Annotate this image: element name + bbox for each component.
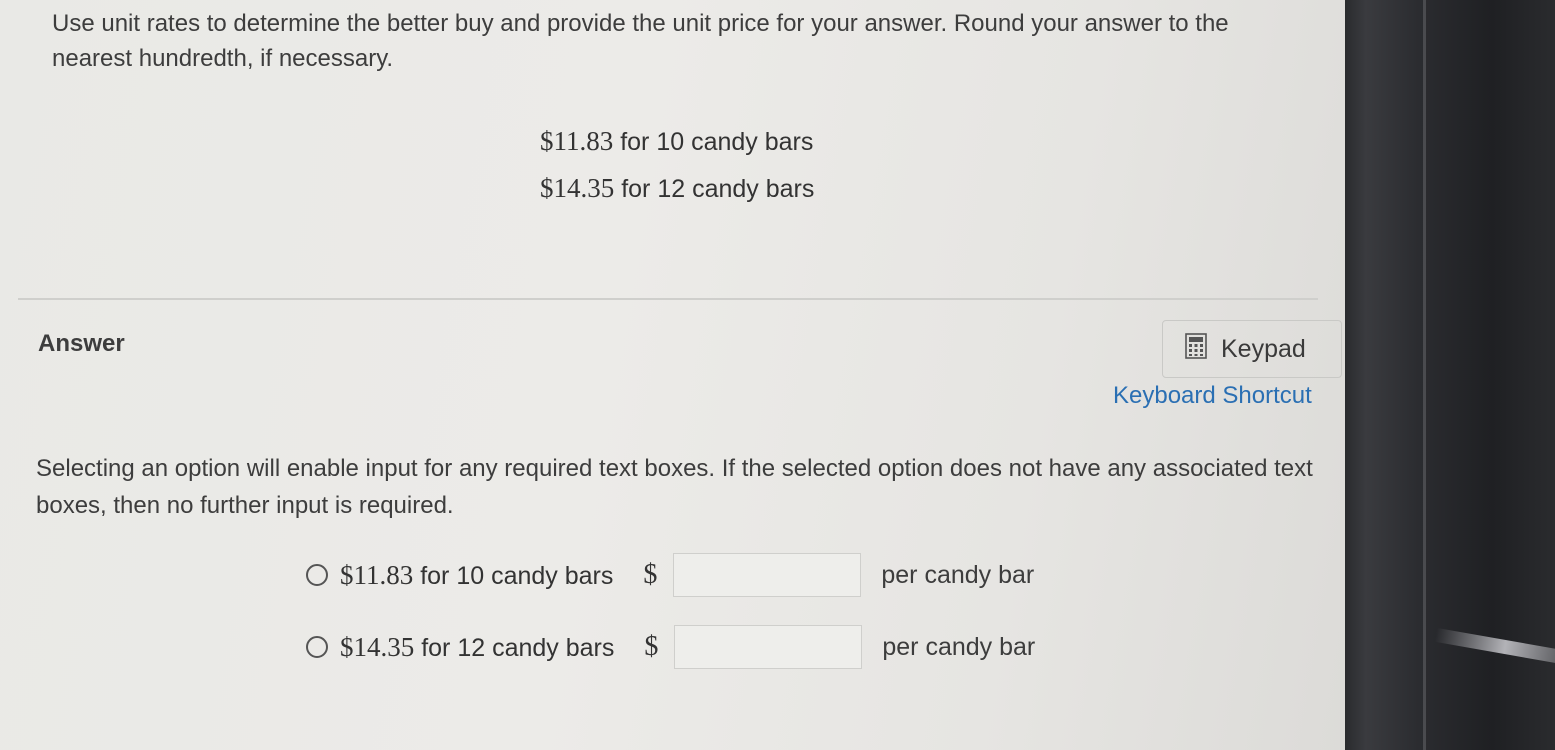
- answer-instructions: Selecting an option will enable input fo…: [36, 455, 1313, 519]
- section-divider: [18, 298, 1318, 300]
- price-description: for 12 candy bars: [621, 175, 815, 203]
- option-1-radio[interactable]: [306, 564, 328, 586]
- price-amount: $11.83: [540, 126, 614, 156]
- option-2-label[interactable]: $14.35 for 12 candy bars: [340, 632, 614, 663]
- bezel-edge: [1423, 0, 1426, 750]
- unit-price-input-1[interactable]: [673, 553, 862, 597]
- answer-option-1: $11.83 for 10 candy bars $ per candy bar: [306, 553, 1034, 597]
- keypad-button[interactable]: Keypad: [1162, 320, 1342, 378]
- price-description: for 10 candy bars: [620, 128, 814, 156]
- calculator-icon: [1185, 332, 1207, 366]
- price-amount: $14.35: [540, 173, 615, 203]
- unit-label: per candy bar: [881, 560, 1035, 589]
- bezel-glint: [1434, 627, 1555, 667]
- answer-option-2: $14.35 for 12 candy bars $ per candy bar: [306, 625, 1035, 669]
- question-panel: Use unit rates to determine the better b…: [0, 0, 1345, 750]
- unit-price-input-2[interactable]: [674, 625, 863, 669]
- currency-symbol: $: [643, 559, 658, 590]
- currency-symbol: $: [644, 631, 659, 662]
- question-text: Use unit rates to determine the better b…: [52, 10, 1229, 72]
- price-line: $14.35 for 12 candy bars: [540, 165, 814, 212]
- unit-label: per candy bar: [882, 632, 1036, 661]
- option-2-radio[interactable]: [306, 636, 328, 658]
- answer-heading: Answer: [38, 330, 125, 357]
- keyboard-shortcuts-link[interactable]: Keyboard Shortcut: [1113, 382, 1312, 410]
- monitor-bezel: [1345, 0, 1555, 750]
- keypad-label: Keypad: [1221, 334, 1306, 363]
- price-line: $11.83 for 10 candy bars: [540, 118, 814, 165]
- price-list: $11.83 for 10 candy bars $14.35 for 12 c…: [540, 118, 814, 212]
- option-1-label[interactable]: $11.83 for 10 candy bars: [340, 560, 613, 591]
